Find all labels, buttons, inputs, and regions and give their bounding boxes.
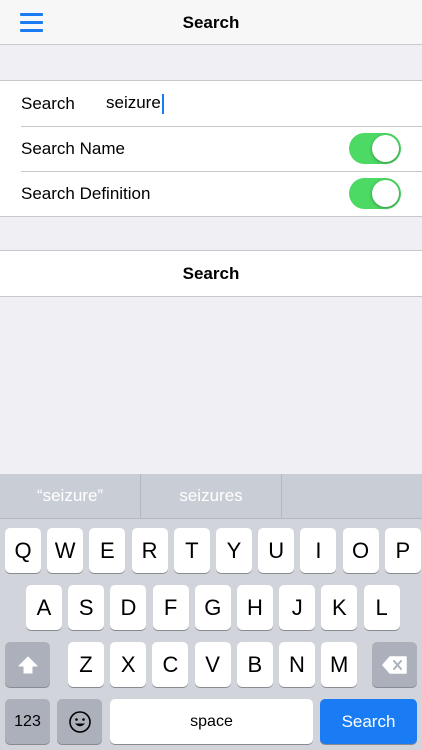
search-definition-row: Search Definition xyxy=(0,171,422,216)
suggestion-item[interactable] xyxy=(281,474,422,518)
search-definition-toggle[interactable] xyxy=(349,178,401,209)
space-key[interactable]: space xyxy=(110,699,313,744)
search-input[interactable]: seizure xyxy=(106,93,422,114)
letter-key[interactable]: J xyxy=(279,585,316,630)
numbers-key[interactable]: 123 xyxy=(5,699,50,744)
shift-icon xyxy=(18,656,37,673)
search-name-label: Search Name xyxy=(21,138,125,158)
page-title: Search xyxy=(182,13,240,32)
letter-key[interactable]: S xyxy=(68,585,105,630)
letter-key[interactable]: E xyxy=(89,528,126,573)
letter-key[interactable]: C xyxy=(152,642,189,687)
search-label: Search xyxy=(21,93,75,113)
letter-key[interactable]: D xyxy=(110,585,147,630)
letter-key[interactable]: F xyxy=(152,585,189,630)
letter-key[interactable]: B xyxy=(236,642,273,687)
search-name-row: Search Name xyxy=(0,126,422,171)
letter-key[interactable]: O xyxy=(342,528,379,573)
letter-key[interactable]: G xyxy=(194,585,231,630)
search-name-toggle[interactable] xyxy=(349,133,401,164)
search-input-value: seizure xyxy=(106,93,161,113)
suggestion-item[interactable]: seizures xyxy=(140,474,281,518)
delete-key[interactable] xyxy=(372,642,417,687)
letter-key[interactable]: Z xyxy=(68,642,104,687)
search-submit-button[interactable]: Search xyxy=(0,251,422,296)
search-return-key[interactable]: Search xyxy=(320,699,417,744)
letter-key[interactable]: I xyxy=(300,528,337,573)
letter-key[interactable]: N xyxy=(279,642,315,687)
search-action-group: Search xyxy=(0,250,422,297)
search-row: Search seizure xyxy=(0,81,422,126)
toggle-knob xyxy=(372,180,399,207)
letter-key[interactable]: U xyxy=(258,528,295,573)
toggle-knob xyxy=(372,135,399,162)
shift-key[interactable] xyxy=(5,642,50,687)
letter-key[interactable]: V xyxy=(194,642,231,687)
search-options-group: Search seizure Search Name Search Defini… xyxy=(0,80,422,217)
letter-key[interactable]: A xyxy=(26,585,62,630)
letter-key[interactable]: L xyxy=(363,585,400,630)
letter-key[interactable]: K xyxy=(321,585,358,630)
letter-key[interactable]: W xyxy=(47,528,84,573)
emoji-icon xyxy=(68,710,91,733)
suggestion-bar: “seizure” seizures xyxy=(0,474,422,519)
letter-key[interactable]: Q xyxy=(5,528,41,573)
keyboard: “seizure” seizures QWERTYUIOP ASDFGHJKL ZX… xyxy=(0,474,422,750)
letter-key[interactable]: H xyxy=(237,585,273,630)
letter-key[interactable]: X xyxy=(110,642,147,687)
emoji-key[interactable] xyxy=(57,699,102,744)
letter-key[interactable]: Y xyxy=(216,528,252,573)
suggestion-item[interactable]: “seizure” xyxy=(0,474,140,518)
letter-key[interactable]: M xyxy=(321,642,358,687)
navigation-bar: Search xyxy=(0,0,422,45)
letter-key[interactable]: P xyxy=(384,528,421,573)
text-caret xyxy=(161,93,164,114)
letter-key[interactable]: R xyxy=(131,528,168,573)
letter-key[interactable]: T xyxy=(173,528,210,573)
search-definition-label: Search Definition xyxy=(21,183,151,203)
backspace-icon xyxy=(381,655,407,674)
